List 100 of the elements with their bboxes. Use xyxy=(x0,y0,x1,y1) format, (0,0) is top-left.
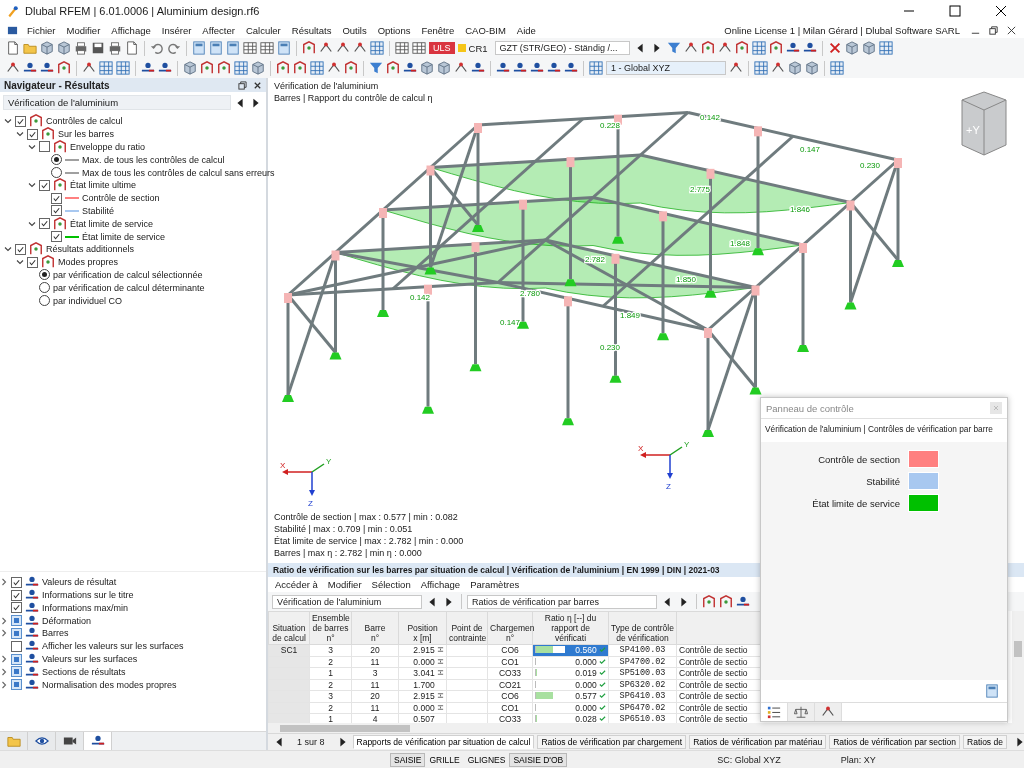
grid-icon[interactable] xyxy=(99,61,113,75)
filter-icon[interactable] xyxy=(369,61,383,75)
navigator-tab[interactable] xyxy=(84,732,112,750)
frame-icon[interactable] xyxy=(200,61,214,75)
expand-chevron-icon[interactable] xyxy=(0,578,8,587)
tree-item-label[interactable]: Informations max/min xyxy=(42,602,129,613)
tree-item-label[interactable]: État limite ultime xyxy=(70,180,137,191)
checkbox[interactable] xyxy=(27,128,38,140)
checkbox[interactable] xyxy=(51,205,62,217)
collapse-chevron-icon[interactable] xyxy=(28,143,36,151)
menu-item[interactable]: Fichier xyxy=(22,24,61,36)
tree-item-label[interactable]: Valeurs de résultat xyxy=(42,577,117,588)
restore-icon[interactable] xyxy=(988,24,999,36)
expand-chevron-icon[interactable] xyxy=(0,629,8,638)
beam-icon[interactable] xyxy=(141,61,155,75)
document-icon[interactable] xyxy=(125,41,139,55)
status-toggle[interactable]: SAISIE xyxy=(390,752,426,767)
tree-item-label[interactable]: État limite de service xyxy=(82,231,166,242)
beam-icon[interactable] xyxy=(530,61,544,75)
tree-item-label[interactable]: Enveloppe du ratio xyxy=(70,142,146,152)
menu-item[interactable]: Insérer xyxy=(156,24,197,36)
beam-icon[interactable] xyxy=(513,61,527,75)
window-icon[interactable] xyxy=(277,41,291,55)
cube-icon[interactable] xyxy=(805,61,819,75)
checkbox[interactable] xyxy=(11,576,22,588)
menu-item[interactable]: Modifier xyxy=(61,24,106,36)
frame-icon[interactable] xyxy=(719,594,733,609)
control-panel-tab[interactable] xyxy=(815,703,842,721)
cube-icon[interactable] xyxy=(861,41,876,55)
checkbox[interactable] xyxy=(11,627,22,639)
node-icon[interactable] xyxy=(683,41,698,55)
cube-icon[interactable] xyxy=(437,61,451,75)
grid-icon[interactable] xyxy=(234,61,248,75)
tree-item-label[interactable]: Contrôle de section xyxy=(82,193,160,204)
menu-item[interactable]: Affichage xyxy=(415,579,466,590)
printer-icon[interactable] xyxy=(74,41,88,55)
checkbox[interactable] xyxy=(11,615,22,627)
menu-item[interactable]: Sélection xyxy=(366,579,416,590)
tree-item-label[interactable]: par individuel CO xyxy=(53,295,123,306)
grid-icon[interactable] xyxy=(754,61,768,75)
checkbox[interactable] xyxy=(11,589,22,601)
cube-icon[interactable] xyxy=(420,61,434,75)
checkbox[interactable] xyxy=(11,653,22,665)
checkbox[interactable] xyxy=(15,243,26,255)
menu-item[interactable]: Paramètres xyxy=(465,579,525,590)
design-situation-dropdown[interactable]: GZT (STR/GEO) - Ständig /... xyxy=(494,41,630,55)
tree-item-label[interactable]: par vérification de calcul sélectionnée xyxy=(53,269,203,280)
collapse-chevron-icon[interactable] xyxy=(4,245,12,254)
checkbox[interactable] xyxy=(51,192,62,204)
expand-chevron-icon[interactable] xyxy=(0,667,8,676)
expand-chevron-icon[interactable] xyxy=(0,655,8,663)
menu-item[interactable]: Outils xyxy=(337,24,372,36)
frame-icon[interactable] xyxy=(386,61,400,75)
close-icon[interactable] xyxy=(1006,24,1017,36)
menu-item[interactable]: Aide xyxy=(511,24,541,36)
node-icon[interactable] xyxy=(319,41,333,55)
module-dropdown[interactable]: Vérification de l'aluminium xyxy=(272,594,422,609)
status-toggle[interactable]: GLIGNES xyxy=(463,752,510,767)
node-icon[interactable] xyxy=(771,61,785,75)
checkbox[interactable] xyxy=(39,141,50,153)
tree-item-label[interactable]: Déformation xyxy=(42,615,92,626)
checkbox[interactable] xyxy=(11,602,22,614)
collapse-chevron-icon[interactable] xyxy=(4,117,12,126)
navigator-tab[interactable] xyxy=(28,732,56,750)
cube-icon[interactable] xyxy=(251,61,265,75)
tree-item-label[interactable]: Sur les barres xyxy=(58,129,115,140)
node-icon[interactable] xyxy=(327,61,341,75)
checkbox[interactable] xyxy=(27,256,38,268)
expand-chevron-icon[interactable] xyxy=(0,680,8,689)
beam-icon[interactable] xyxy=(23,61,37,75)
menu-item[interactable]: Résultats xyxy=(286,24,337,36)
beam-icon[interactable] xyxy=(564,61,578,75)
node-icon[interactable] xyxy=(454,61,468,75)
document-icon[interactable] xyxy=(6,41,20,55)
collapse-chevron-icon[interactable] xyxy=(16,130,24,139)
tree-item-label[interactable]: Contrôles de calcul xyxy=(46,116,123,127)
tree-item-label[interactable]: Valeurs sur les surfaces xyxy=(42,654,138,664)
frame-icon[interactable] xyxy=(57,61,71,75)
node-icon[interactable] xyxy=(353,41,367,55)
frame-icon[interactable] xyxy=(700,41,715,55)
tree-item-label[interactable]: Afficher les valeurs sur les surfaces xyxy=(42,641,184,652)
tree-item-label[interactable]: par vérification de calcul déterminante xyxy=(53,282,205,293)
beam-icon[interactable] xyxy=(40,61,54,75)
menu-item[interactable]: Fenêtre xyxy=(416,24,460,36)
beam-icon[interactable] xyxy=(785,41,800,55)
tree-item-label[interactable]: Max. de tous les contrôles de calcul xyxy=(82,154,225,165)
menu-item[interactable]: Calculer xyxy=(240,24,286,36)
table-icon[interactable] xyxy=(243,41,257,55)
frame-icon[interactable] xyxy=(702,594,716,609)
vertical-scrollbar[interactable] xyxy=(1012,611,1024,723)
node-icon[interactable] xyxy=(717,41,732,55)
frame-icon[interactable] xyxy=(344,61,358,75)
cube-icon[interactable] xyxy=(788,61,802,75)
frame-icon[interactable] xyxy=(768,41,783,55)
checkbox[interactable] xyxy=(39,179,50,191)
control-panel-tab[interactable] xyxy=(788,703,815,721)
tree-item-label[interactable]: Barres xyxy=(42,628,69,639)
tree-item-label[interactable]: Modes propres xyxy=(58,257,119,268)
grid-icon[interactable] xyxy=(370,41,384,55)
beam-icon[interactable] xyxy=(736,594,750,609)
